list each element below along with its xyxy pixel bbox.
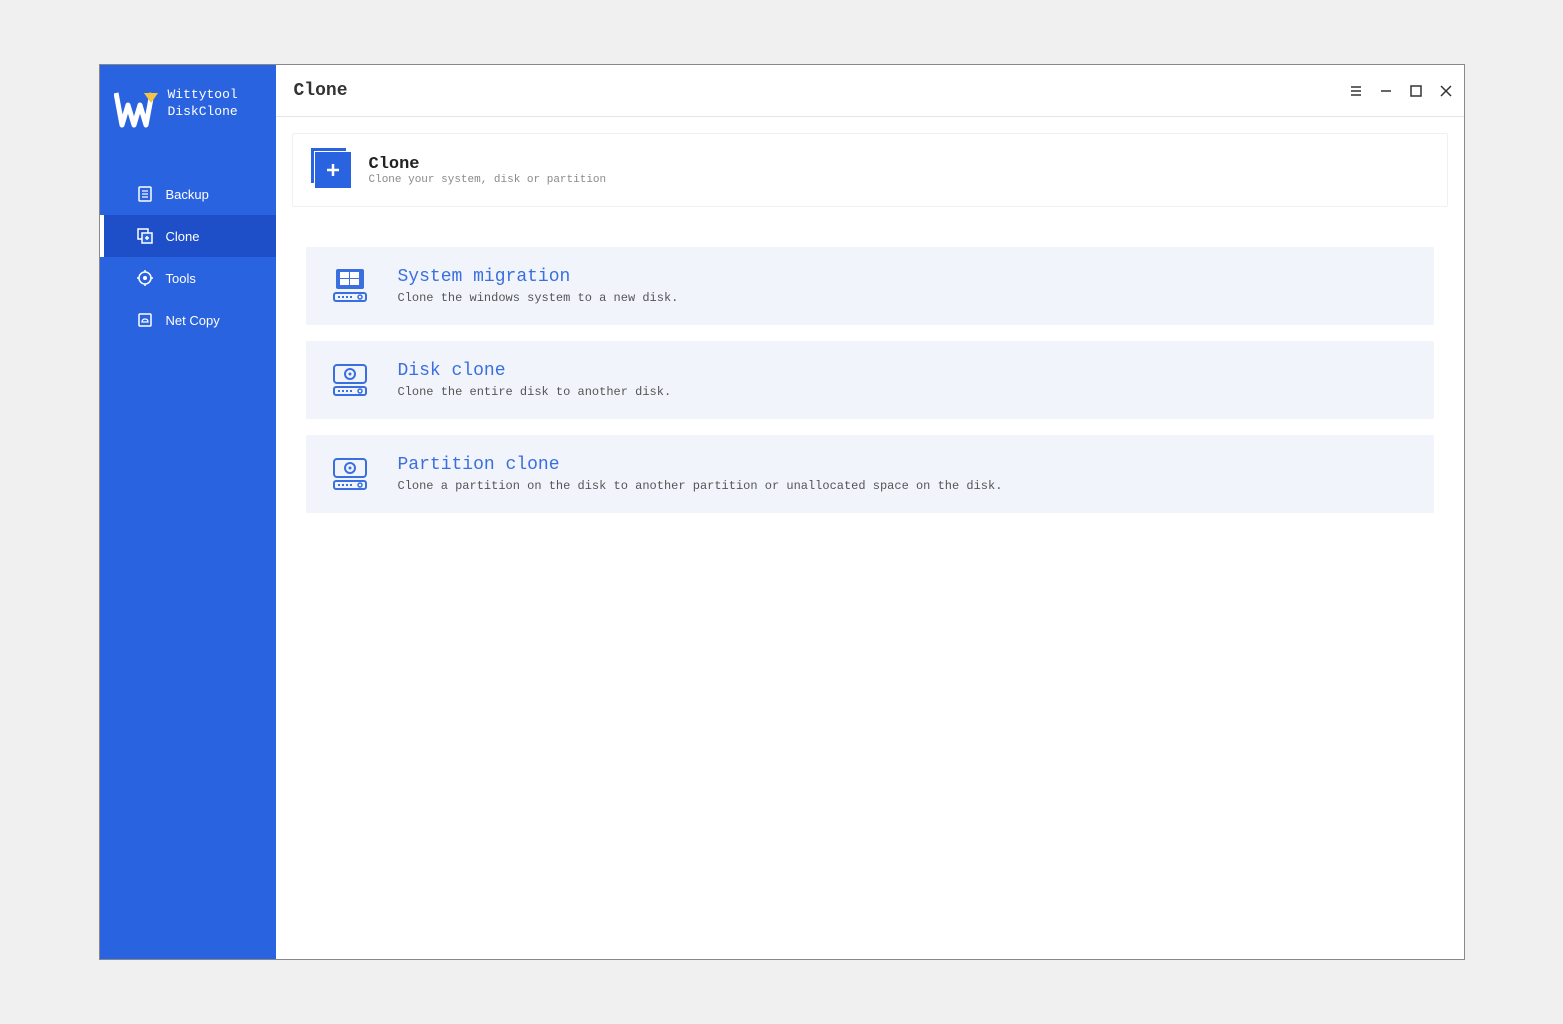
- header-title: Clone: [369, 155, 607, 174]
- sidebar-item-clone[interactable]: Clone: [100, 215, 276, 257]
- sidebar: Wittytool DiskClone Backup Clone: [100, 65, 276, 959]
- sidebar-item-backup[interactable]: Backup: [100, 173, 276, 215]
- content: Clone Clone your system, disk or partiti…: [276, 117, 1464, 547]
- document-icon: [136, 185, 154, 203]
- maximize-button[interactable]: [1406, 81, 1426, 101]
- sidebar-item-label: Net Copy: [166, 313, 220, 328]
- header-card: Clone Clone your system, disk or partiti…: [292, 133, 1448, 207]
- close-button[interactable]: [1436, 81, 1456, 101]
- windows-disk-icon: [330, 269, 370, 303]
- brand-logo: [114, 87, 158, 131]
- option-partition-clone[interactable]: Partition clone Clone a partition on the…: [306, 435, 1434, 513]
- page-title: Clone: [294, 81, 348, 101]
- header-desc: Clone your system, disk or partition: [369, 174, 607, 186]
- option-texts: Disk clone Clone the entire disk to anot…: [398, 361, 672, 399]
- options: System migration Clone the windows syste…: [292, 229, 1448, 531]
- option-desc: Clone the entire disk to another disk.: [398, 385, 672, 399]
- option-system-migration[interactable]: System migration Clone the windows syste…: [306, 247, 1434, 325]
- sidebar-item-label: Backup: [166, 187, 209, 202]
- clone-header-icon: [315, 152, 351, 188]
- minimize-button[interactable]: [1376, 81, 1396, 101]
- option-texts: System migration Clone the windows syste…: [398, 267, 679, 305]
- cloud-icon: [136, 311, 154, 329]
- option-title: Partition clone: [398, 455, 1003, 475]
- brand: Wittytool DiskClone: [100, 65, 276, 149]
- titlebar: Clone: [276, 65, 1464, 117]
- option-title: System migration: [398, 267, 679, 287]
- clone-icon: [136, 227, 154, 245]
- option-desc: Clone the windows system to a new disk.: [398, 291, 679, 305]
- main: Clone: [276, 65, 1464, 959]
- brand-line1: Wittytool: [168, 87, 238, 104]
- disk-icon: [330, 363, 370, 397]
- brand-text: Wittytool DiskClone: [168, 87, 238, 121]
- option-desc: Clone a partition on the disk to another…: [398, 479, 1003, 493]
- window-controls: [1346, 81, 1456, 101]
- sidebar-item-netcopy[interactable]: Net Copy: [100, 299, 276, 341]
- menu-button[interactable]: [1346, 81, 1366, 101]
- nav: Backup Clone Tools Net Copy: [100, 173, 276, 341]
- option-texts: Partition clone Clone a partition on the…: [398, 455, 1003, 493]
- sidebar-item-label: Tools: [166, 271, 196, 286]
- partition-disk-icon: [330, 457, 370, 491]
- option-disk-clone[interactable]: Disk clone Clone the entire disk to anot…: [306, 341, 1434, 419]
- header-texts: Clone Clone your system, disk or partiti…: [369, 155, 607, 186]
- sidebar-item-tools[interactable]: Tools: [100, 257, 276, 299]
- brand-line2: DiskClone: [168, 104, 238, 121]
- gear-icon: [136, 269, 154, 287]
- app-window: Wittytool DiskClone Backup Clone: [99, 64, 1465, 960]
- sidebar-item-label: Clone: [166, 229, 200, 244]
- option-title: Disk clone: [398, 361, 672, 381]
